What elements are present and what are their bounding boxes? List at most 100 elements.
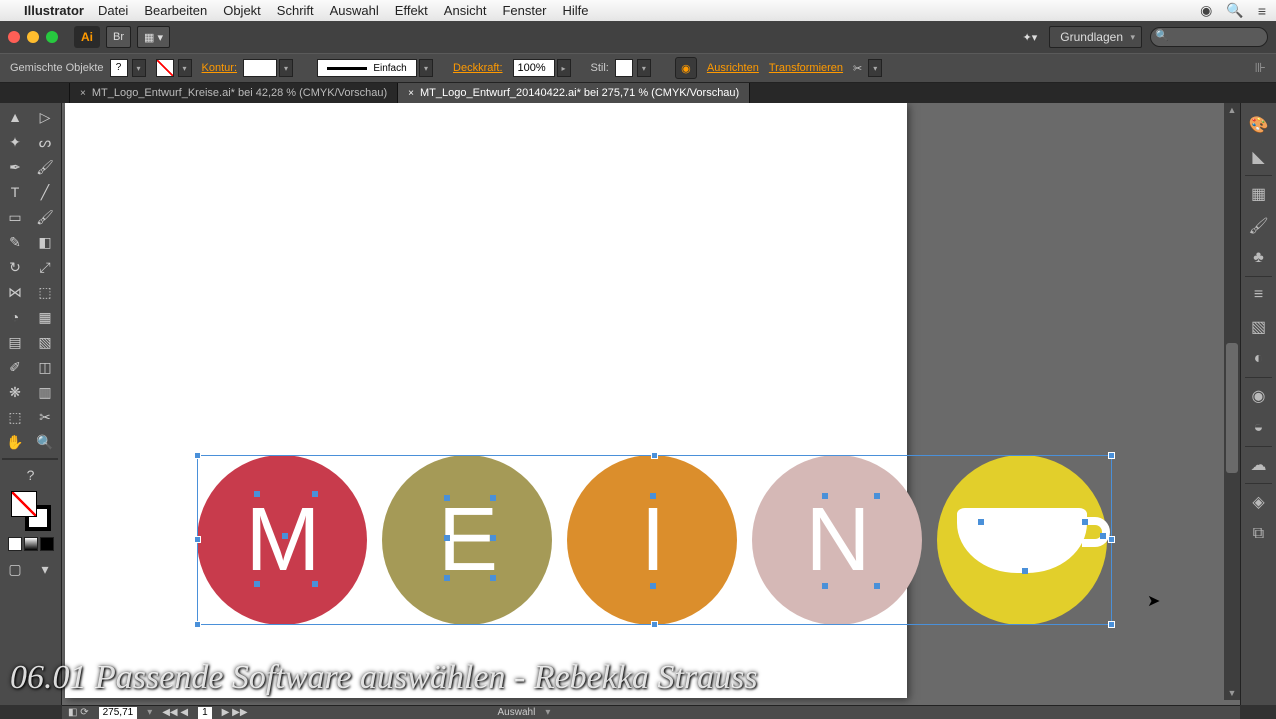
document-tab-2[interactable]: ×MT_Logo_Entwurf_20140422.ai* bei 275,71… — [398, 83, 750, 103]
rotate-tool[interactable]: ↻ — [1, 255, 29, 279]
help-tool[interactable]: ? — [3, 463, 59, 487]
eyedropper-tool[interactable]: ✐ — [1, 355, 29, 379]
artboard-tool[interactable]: ⬚ — [1, 405, 29, 429]
graphic-style-swatch[interactable] — [615, 59, 633, 77]
circle-n[interactable]: N — [752, 455, 922, 625]
artboard-nav-next-icon[interactable]: ▶ ▶▶ — [222, 707, 248, 718]
circle-cup[interactable] — [937, 455, 1107, 625]
free-transform-tool[interactable]: ⬚ — [31, 280, 59, 304]
deckkraft-link[interactable]: Deckkraft: — [453, 62, 503, 74]
magic-wand-tool[interactable]: ✦ — [1, 130, 29, 154]
stroke-color-dropdown[interactable]: ▾ — [178, 59, 192, 77]
direct-selection-tool[interactable]: ▷ — [31, 105, 59, 129]
gradient-panel-icon[interactable]: ▧ — [1245, 313, 1273, 341]
vertical-scrollbar[interactable]: ▲ ▼ — [1224, 103, 1240, 700]
artboard-nav-prev-icon[interactable]: ◀◀ ◀ — [162, 707, 188, 718]
stroke-none-swatch[interactable] — [156, 59, 174, 77]
fill-question-swatch[interactable]: ? — [110, 59, 128, 77]
close-tab-icon[interactable]: × — [80, 88, 86, 99]
width-tool[interactable]: ⋈ — [1, 280, 29, 304]
workspace-switcher[interactable]: Grundlagen — [1049, 26, 1142, 48]
circle-i[interactable]: I — [567, 455, 737, 625]
isolate-icon[interactable]: ✂ — [853, 62, 862, 75]
type-tool[interactable]: T — [1, 180, 29, 204]
stroke-weight-input[interactable] — [243, 59, 277, 77]
mesh-tool[interactable]: ▤ — [1, 330, 29, 354]
status-icons[interactable]: ◧ ⟳ — [68, 707, 89, 718]
scrollbar-thumb[interactable] — [1226, 343, 1238, 473]
color-mode-gradient[interactable] — [24, 537, 38, 551]
stroke-weight-dropdown[interactable]: ▾ — [279, 59, 293, 77]
menu-schrift[interactable]: Schrift — [277, 3, 314, 18]
symbol-sprayer-tool[interactable]: ❋ — [1, 380, 29, 404]
canvas[interactable]: M E I N — [62, 103, 1240, 705]
artboards-panel-icon[interactable]: ⧉ — [1245, 520, 1273, 548]
menu-ansicht[interactable]: Ansicht — [444, 3, 487, 18]
artboard-number[interactable]: 1 — [198, 707, 212, 719]
document-tab-1[interactable]: ×MT_Logo_Entwurf_Kreise.ai* bei 42,28 % … — [70, 83, 398, 103]
color-guide-icon[interactable]: ◣ — [1245, 143, 1273, 171]
close-window-icon[interactable] — [8, 31, 20, 43]
symbols-panel-icon[interactable]: ♣ — [1245, 244, 1273, 272]
window-controls[interactable] — [8, 31, 58, 43]
scale-tool[interactable]: ⤢ — [31, 255, 59, 279]
gradient-tool[interactable]: ▧ — [31, 330, 59, 354]
slice-tool[interactable]: ✂ — [31, 405, 59, 429]
color-mode-none[interactable] — [40, 537, 54, 551]
layers-panel-icon[interactable]: ◈ — [1245, 488, 1273, 516]
circle-m[interactable]: M — [197, 455, 367, 625]
app-name[interactable]: Illustrator — [24, 3, 84, 18]
menu-datei[interactable]: Datei — [98, 3, 128, 18]
perspective-grid-tool[interactable]: ▦ — [31, 305, 59, 329]
pencil-tool[interactable]: ✎ — [1, 230, 29, 254]
shape-builder-tool[interactable]: ◔ — [1, 305, 29, 329]
fill-stroke-indicator[interactable] — [11, 491, 51, 531]
screen-mode-normal[interactable]: ▢ — [1, 557, 29, 581]
zoom-window-icon[interactable] — [46, 31, 58, 43]
column-graph-tool[interactable]: ▥ — [31, 380, 59, 404]
minimize-window-icon[interactable] — [27, 31, 39, 43]
color-panel-icon[interactable]: 🎨 — [1245, 111, 1273, 139]
scroll-up-icon[interactable]: ▲ — [1224, 103, 1240, 117]
cloud-icon[interactable]: ◉ — [1200, 2, 1212, 19]
fill-swatch[interactable] — [11, 491, 37, 517]
recolor-artwork-button[interactable]: ◉ — [675, 57, 697, 79]
line-segment-tool[interactable]: ╱ — [31, 180, 59, 204]
graphic-style-dropdown[interactable]: ▾ — [637, 59, 651, 77]
sync-settings-icon[interactable]: ✦▾ — [1017, 26, 1044, 48]
menu-hilfe[interactable]: Hilfe — [563, 3, 589, 18]
stroke-profile[interactable]: Einfach — [317, 59, 417, 77]
ausrichten-link[interactable]: Ausrichten — [707, 62, 759, 74]
spotlight-icon[interactable]: 🔍 — [1226, 2, 1243, 19]
stroke-profile-dropdown[interactable]: ▾ — [419, 59, 433, 77]
kontur-link[interactable]: Kontur: — [202, 62, 237, 74]
paintbrush-tool[interactable]: 🖌 — [31, 205, 59, 229]
menu-fenster[interactable]: Fenster — [502, 3, 546, 18]
selection-tool[interactable]: ▲ — [1, 105, 29, 129]
transparency-panel-icon[interactable]: ◐ — [1245, 345, 1273, 373]
appearance-panel-icon[interactable]: ◉ — [1245, 382, 1273, 410]
color-mode-solid[interactable] — [8, 537, 22, 551]
menu-objekt[interactable]: Objekt — [223, 3, 261, 18]
close-tab-icon[interactable]: × — [408, 88, 414, 99]
rectangle-tool[interactable]: ▭ — [1, 205, 29, 229]
pen-tool[interactable]: ✒ — [1, 155, 29, 179]
scroll-down-icon[interactable]: ▼ — [1224, 686, 1240, 700]
zoom-tool[interactable]: 🔍 — [31, 430, 59, 454]
circle-e[interactable]: E — [382, 455, 552, 625]
transform-dropdown[interactable]: ▾ — [868, 59, 882, 77]
color-mode-swatches[interactable] — [0, 537, 61, 551]
eraser-tool[interactable]: ◧ — [31, 230, 59, 254]
screen-mode-toggle[interactable]: ▾ — [31, 557, 59, 581]
menu-list-icon[interactable]: ≡ — [1258, 3, 1266, 19]
cc-libraries-icon[interactable]: ☁ — [1245, 451, 1273, 479]
zoom-dropdown-icon[interactable]: ▾ — [147, 707, 152, 718]
opacity-input[interactable] — [513, 59, 555, 77]
graphic-styles-icon[interactable]: ◒ — [1245, 414, 1273, 442]
blend-tool[interactable]: ◫ — [31, 355, 59, 379]
opacity-dropdown[interactable]: ▸ — [557, 59, 571, 77]
arrange-documents-button[interactable]: ▦ ▾ — [137, 26, 170, 48]
lasso-tool[interactable]: ᔕ — [31, 130, 59, 154]
transformieren-link[interactable]: Transformieren — [769, 62, 843, 74]
swatches-panel-icon[interactable]: ▦ — [1245, 180, 1273, 208]
